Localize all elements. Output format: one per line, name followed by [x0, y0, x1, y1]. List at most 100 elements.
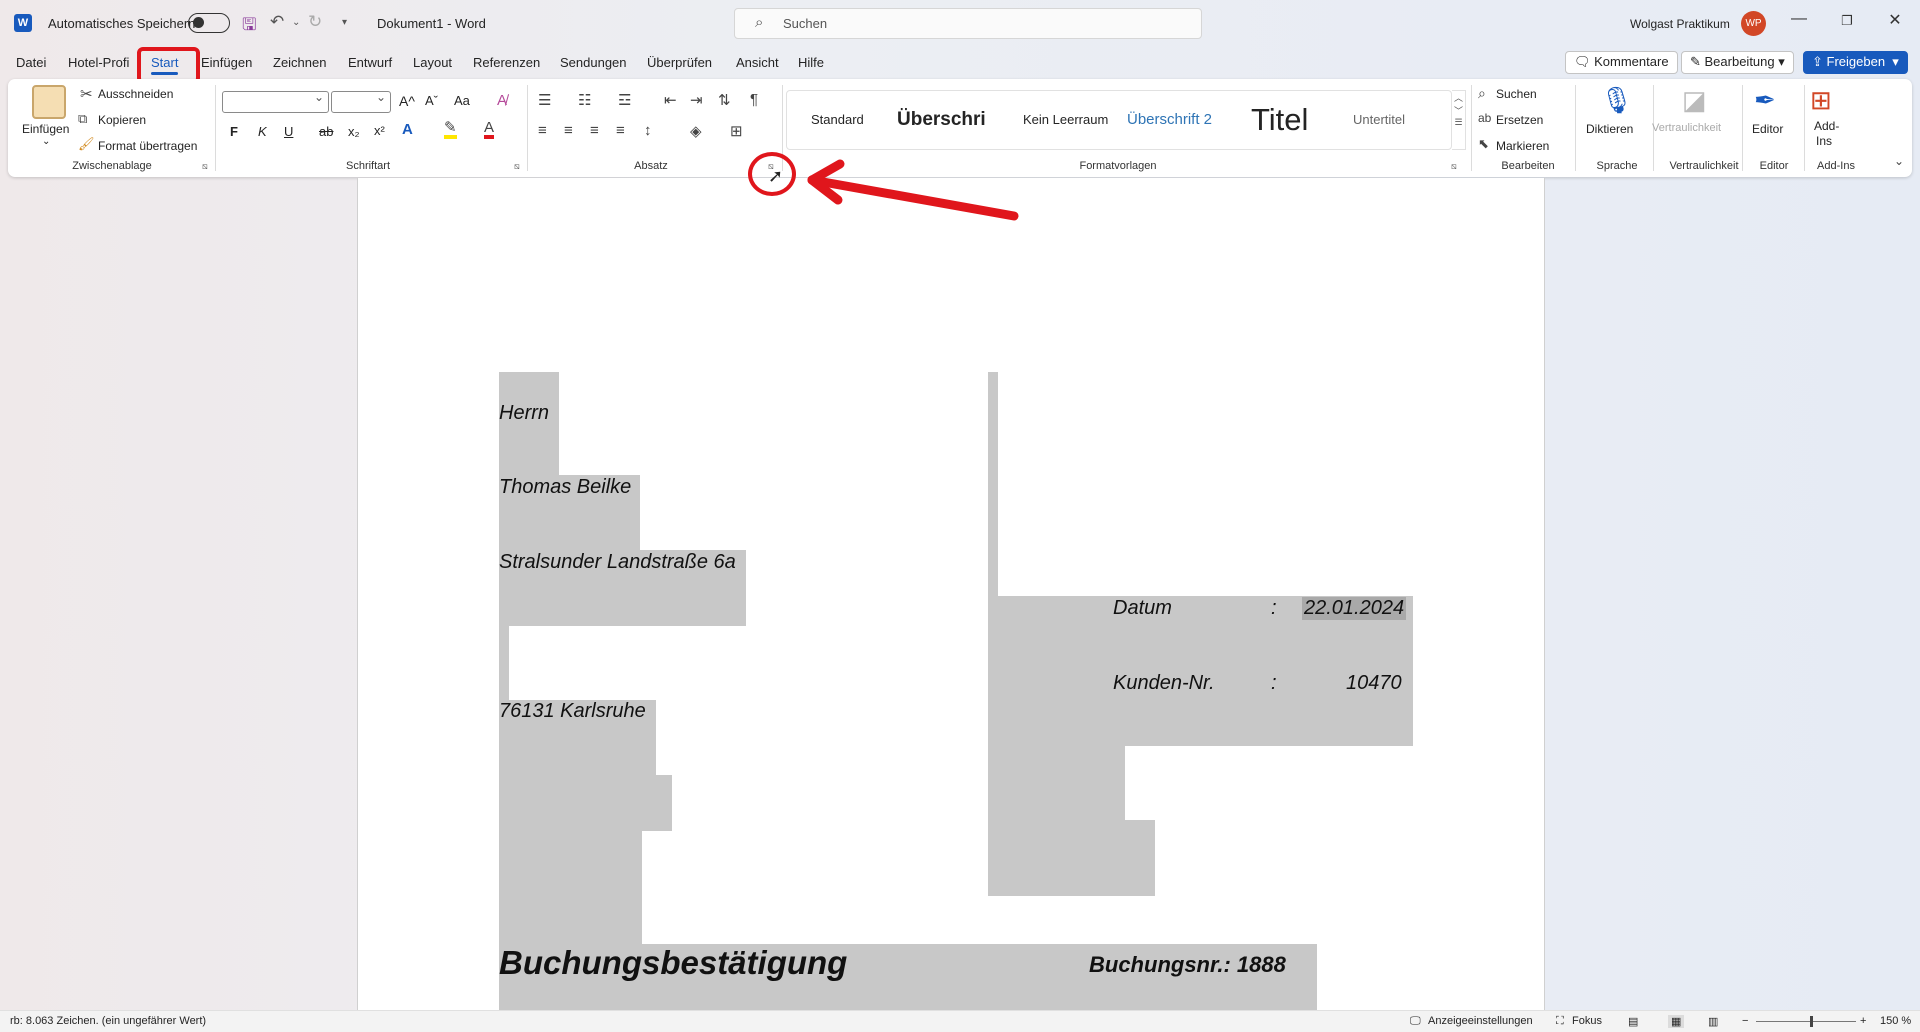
paste-button[interactable]: Einfügen: [22, 122, 69, 136]
recipient-city[interactable]: 76131 Karlsruhe: [499, 700, 646, 723]
font-family-select[interactable]: [222, 90, 329, 113]
zoom-out-icon[interactable]: −: [1742, 1015, 1748, 1027]
display-settings-button[interactable]: Anzeigeeinstellungen: [1428, 1015, 1533, 1027]
superscript-button[interactable]: x²: [374, 123, 385, 138]
select-button[interactable]: Markieren: [1496, 139, 1549, 153]
zoom-slider-thumb[interactable]: [1810, 1016, 1813, 1027]
restore-icon[interactable]: ❐: [1824, 13, 1870, 29]
scroll-down-icon[interactable]: ﹀: [1452, 104, 1465, 117]
editor-button[interactable]: Editor: [1752, 122, 1783, 136]
tab-einfuegen[interactable]: Einfügen: [201, 55, 252, 70]
text-effects-icon[interactable]: A: [402, 121, 413, 138]
tab-sendungen[interactable]: Sendungen: [560, 55, 627, 70]
booking-number[interactable]: Buchungsnr.: 1888: [1089, 952, 1286, 978]
recipient-salutation[interactable]: Herrn: [499, 402, 549, 425]
collapse-ribbon-icon[interactable]: ⌄: [1894, 154, 1904, 168]
editor-icon[interactable]: ✒: [1754, 85, 1776, 116]
avatar[interactable]: WP: [1741, 11, 1766, 36]
status-word-count[interactable]: rb: 8.063 Zeichen. (ein ungefährer Wert): [10, 1015, 206, 1027]
align-left-icon[interactable]: ≡: [538, 122, 547, 139]
decrease-indent-icon[interactable]: ⇤: [664, 91, 677, 109]
undo-dropdown-icon[interactable]: ⌄: [292, 17, 300, 28]
scroll-up-icon[interactable]: ︿: [1452, 91, 1465, 104]
share-button[interactable]: ⇪ Freigeben ▾: [1803, 51, 1908, 74]
line-spacing-icon[interactable]: ↕: [644, 122, 652, 139]
close-icon[interactable]: ✕: [1872, 10, 1918, 30]
tab-entwurf[interactable]: Entwurf: [348, 55, 392, 70]
style-no-spacing[interactable]: Kein Leerraum: [1023, 91, 1108, 149]
grow-font-button[interactable]: A^: [399, 93, 415, 109]
zoom-level[interactable]: 150 %: [1880, 1015, 1911, 1027]
numbering-icon[interactable]: ☷: [578, 91, 591, 109]
italic-button[interactable]: K: [258, 124, 267, 139]
print-layout-icon[interactable]: ▦: [1668, 1015, 1685, 1028]
find-button[interactable]: Suchen: [1496, 87, 1537, 101]
tab-ueberpruefen[interactable]: Überprüfen: [647, 55, 712, 70]
customize-qat-icon[interactable]: ▾: [342, 17, 347, 28]
replace-button[interactable]: Ersetzen: [1496, 113, 1543, 127]
subscript-button[interactable]: x₂: [348, 124, 360, 139]
strikethrough-button[interactable]: ab: [319, 124, 333, 139]
minimize-icon[interactable]: —: [1776, 10, 1822, 28]
web-layout-icon[interactable]: ▥: [1708, 1015, 1718, 1028]
tab-referenzen[interactable]: Referenzen: [473, 55, 540, 70]
copy-button[interactable]: Kopieren: [98, 113, 146, 127]
paste-icon[interactable]: [32, 85, 66, 119]
cut-button[interactable]: Ausschneiden: [98, 87, 173, 101]
undo-icon[interactable]: ↶: [270, 12, 284, 32]
focus-button[interactable]: Fokus: [1572, 1015, 1602, 1027]
align-right-icon[interactable]: ≡: [590, 122, 599, 139]
sort-icon[interactable]: ⇅: [718, 91, 731, 109]
style-title[interactable]: Titel: [1251, 91, 1308, 149]
clear-formatting-icon[interactable]: A̸: [497, 92, 507, 109]
styles-scroll[interactable]: ︿ ﹀ ☰: [1452, 90, 1466, 150]
addins-icon[interactable]: ⊞: [1810, 85, 1832, 116]
date-label[interactable]: Datum: [1113, 597, 1172, 620]
addins-button-line1[interactable]: Add-: [1814, 119, 1839, 133]
multilevel-list-icon[interactable]: ☲: [618, 91, 631, 109]
align-center-icon[interactable]: ≡: [564, 122, 573, 139]
redo-icon[interactable]: ↻: [308, 12, 322, 32]
shrink-font-button[interactable]: Aˇ: [425, 93, 438, 108]
tab-hotel-profi[interactable]: Hotel-Profi: [68, 55, 129, 70]
change-case-button[interactable]: Aa: [454, 93, 470, 108]
zoom-in-icon[interactable]: +: [1860, 1015, 1866, 1027]
search-input[interactable]: ⌕ Suchen: [734, 8, 1202, 39]
bullets-icon[interactable]: ☰: [538, 91, 551, 109]
font-color-icon[interactable]: A: [484, 120, 495, 139]
format-painter-button[interactable]: Format übertragen: [98, 139, 197, 153]
tab-ansicht[interactable]: Ansicht: [736, 55, 779, 70]
shading-icon[interactable]: ◈: [690, 122, 702, 140]
customer-number-label[interactable]: Kunden-Nr.: [1113, 672, 1215, 695]
show-formatting-icon[interactable]: ¶: [750, 91, 758, 108]
recipient-name[interactable]: Thomas Beilke: [499, 476, 631, 499]
save-icon[interactable]: 🖫: [242, 12, 256, 41]
underline-button[interactable]: U: [284, 124, 293, 139]
addins-button-line2[interactable]: Ins: [1816, 134, 1832, 148]
style-heading1[interactable]: Überschri: [897, 91, 986, 149]
justify-icon[interactable]: ≡: [616, 122, 625, 139]
comments-button[interactable]: 🗨 Kommentare: [1565, 51, 1678, 74]
user-name[interactable]: Wolgast Praktikum: [1630, 17, 1730, 31]
bold-button[interactable]: F: [230, 124, 238, 139]
paste-dropdown-icon[interactable]: ⌄: [42, 136, 50, 147]
tab-layout[interactable]: Layout: [413, 55, 452, 70]
microphone-icon[interactable]: 🎙: [1600, 85, 1633, 116]
date-value[interactable]: 22.01.2024: [1302, 597, 1407, 620]
tab-hilfe[interactable]: Hilfe: [798, 55, 824, 70]
more-styles-icon[interactable]: ☰: [1452, 117, 1465, 128]
increase-indent-icon[interactable]: ⇥: [690, 91, 703, 109]
style-heading2[interactable]: Überschrift 2: [1127, 91, 1212, 149]
tab-zeichnen[interactable]: Zeichnen: [273, 55, 326, 70]
styles-launcher-icon[interactable]: ⧅: [1451, 161, 1457, 172]
document-heading[interactable]: Buchungsbestätigung: [499, 944, 847, 982]
zoom-slider[interactable]: [1756, 1021, 1856, 1022]
customer-number-value[interactable]: 10470: [1346, 672, 1402, 695]
document-page[interactable]: Herrn Thomas Beilke Stralsunder Landstra…: [357, 178, 1545, 1010]
borders-icon[interactable]: ⊞: [730, 122, 743, 140]
dictate-button[interactable]: Diktieren: [1586, 122, 1633, 136]
style-standard[interactable]: Standard: [811, 91, 864, 149]
autosave-toggle[interactable]: [188, 13, 230, 33]
read-mode-icon[interactable]: ▤: [1628, 1015, 1638, 1028]
editing-mode-button[interactable]: ✎ Bearbeitung ▾: [1681, 51, 1794, 74]
